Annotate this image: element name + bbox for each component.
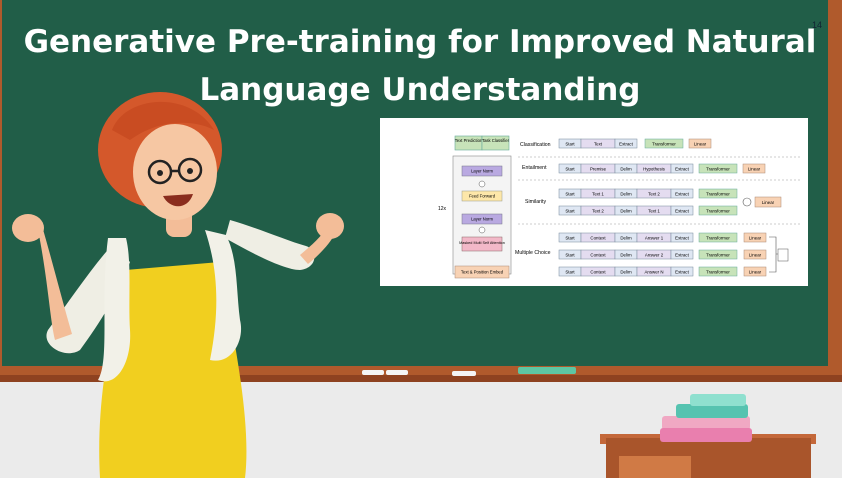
book — [676, 404, 748, 418]
side-table-drawer — [619, 456, 691, 478]
teacher-eye — [187, 168, 193, 174]
teacher-left-forearm — [38, 226, 72, 340]
teacher-eye — [157, 170, 163, 176]
teacher-right-arm — [225, 220, 315, 270]
teacher-left-hand — [12, 214, 44, 242]
book — [660, 428, 752, 442]
classroom-scene: Generative Pre-training for Improved Nat… — [0, 0, 842, 478]
book — [690, 394, 746, 406]
